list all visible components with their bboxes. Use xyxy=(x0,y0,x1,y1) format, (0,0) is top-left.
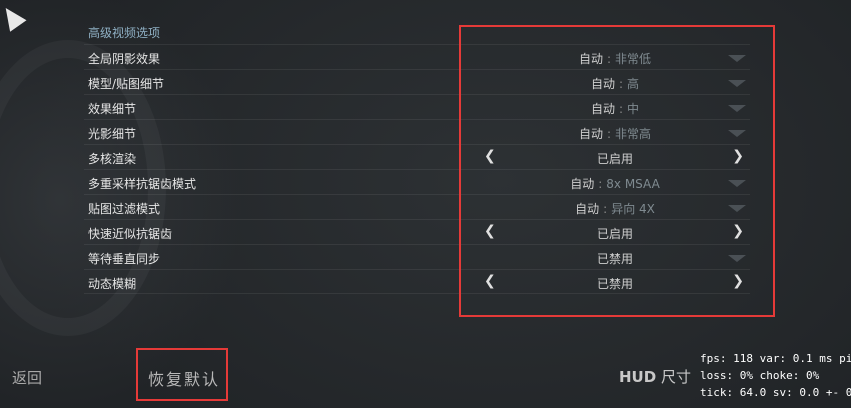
hud-size-button[interactable]: HUD 尺寸 xyxy=(619,366,691,387)
net-graph-line-fps: fps: 118 var: 0.1 ms ping xyxy=(700,352,851,365)
setting-label: 模型/贴图细节 xyxy=(88,77,165,91)
highlight-box-values xyxy=(459,25,775,317)
section-title: 高级视频选项 xyxy=(88,26,161,40)
hud-size-label: 尺寸 xyxy=(660,368,691,386)
net-graph: fps: 118 var: 0.1 ms ping loss: 0% choke… xyxy=(700,350,851,401)
setting-label: 多核渲染 xyxy=(88,152,137,166)
net-graph-line-loss: loss: 0% choke: 0% xyxy=(700,369,820,382)
setting-label: 全局阴影效果 xyxy=(88,52,161,66)
setting-label: 贴图过滤模式 xyxy=(88,202,161,216)
reset-defaults-button[interactable]: 恢复默认 xyxy=(148,366,220,390)
setting-label: 等待垂直同步 xyxy=(88,252,161,266)
net-graph-line-tick: tick: 64.0 sv: 0.0 +- 0.0 ms xyxy=(700,386,851,399)
setting-label: 光影细节 xyxy=(88,127,137,141)
setting-label: 动态模糊 xyxy=(88,277,137,291)
setting-label: 效果细节 xyxy=(88,102,137,116)
back-button[interactable]: 返回 xyxy=(12,367,42,388)
setting-label: 快速近似抗锯齿 xyxy=(88,227,173,241)
setting-label: 多重采样抗锯齿模式 xyxy=(88,177,197,191)
hud-size-bold-label: HUD xyxy=(619,368,657,386)
